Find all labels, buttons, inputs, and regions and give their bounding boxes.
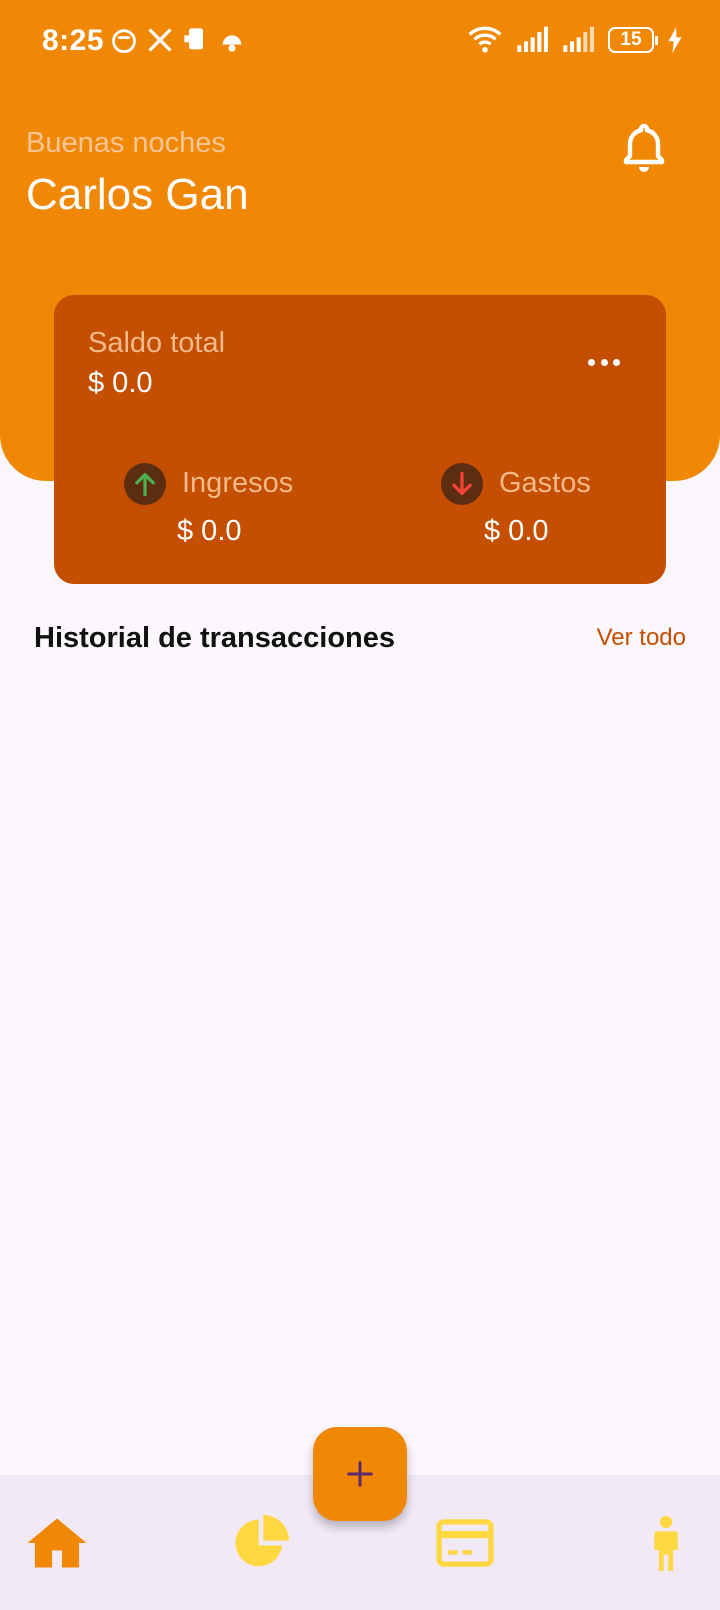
signal-icon xyxy=(563,26,594,52)
more-horizontal-icon xyxy=(613,358,620,366)
transactions-title: Historial de transacciones xyxy=(34,622,396,654)
balance-card: Saldo total $ 0.0 Ingresos $ 0.0 Gastos … xyxy=(54,295,666,584)
status-time: 8:25 xyxy=(42,24,105,57)
arrow-down-icon xyxy=(452,471,472,495)
more-options-button[interactable] xyxy=(584,349,624,375)
nav-cards[interactable] xyxy=(432,1513,498,1573)
user-name: Carlos Gan xyxy=(26,170,249,219)
bell-icon xyxy=(623,123,665,172)
income-label: Ingresos xyxy=(182,467,294,499)
status-bar: 8:25 15 xyxy=(0,0,720,84)
expenses-value: $ 0.0 xyxy=(484,515,549,547)
income-value: $ 0.0 xyxy=(177,515,242,547)
expenses-label: Gastos xyxy=(499,467,591,499)
status-system-icons: 15 xyxy=(468,26,682,54)
home-icon xyxy=(27,1518,87,1568)
nav-profile[interactable] xyxy=(633,1513,699,1573)
arrow-up-icon xyxy=(135,473,155,497)
plus-icon xyxy=(347,1461,373,1487)
phone-icon xyxy=(184,28,203,50)
wifi-icon xyxy=(468,26,502,53)
more-horizontal-icon xyxy=(600,358,608,366)
greeting-text: Buenas noches xyxy=(26,127,226,159)
add-transaction-button[interactable] xyxy=(313,1427,407,1521)
nav-home[interactable] xyxy=(24,1513,90,1573)
income-indicator xyxy=(124,463,166,505)
face-icon xyxy=(112,29,136,54)
status-notification-icons xyxy=(110,26,246,54)
balance-value: $ 0.0 xyxy=(88,367,153,399)
charging-icon xyxy=(668,27,682,53)
see-all-link[interactable]: Ver todo xyxy=(597,624,686,652)
expense-indicator xyxy=(441,463,483,505)
person-icon xyxy=(654,1515,678,1571)
balance-label: Saldo total xyxy=(88,327,226,359)
android-icon xyxy=(222,35,242,52)
nav-statistics[interactable] xyxy=(228,1513,294,1573)
more-horizontal-icon xyxy=(588,358,595,366)
signal-icon xyxy=(517,26,548,52)
battery-icon: 15 xyxy=(608,27,658,53)
notifications-button[interactable] xyxy=(616,120,672,176)
pie-chart-icon xyxy=(235,1515,289,1567)
x-logo-icon xyxy=(148,28,172,52)
credit-card-icon xyxy=(436,1519,494,1567)
